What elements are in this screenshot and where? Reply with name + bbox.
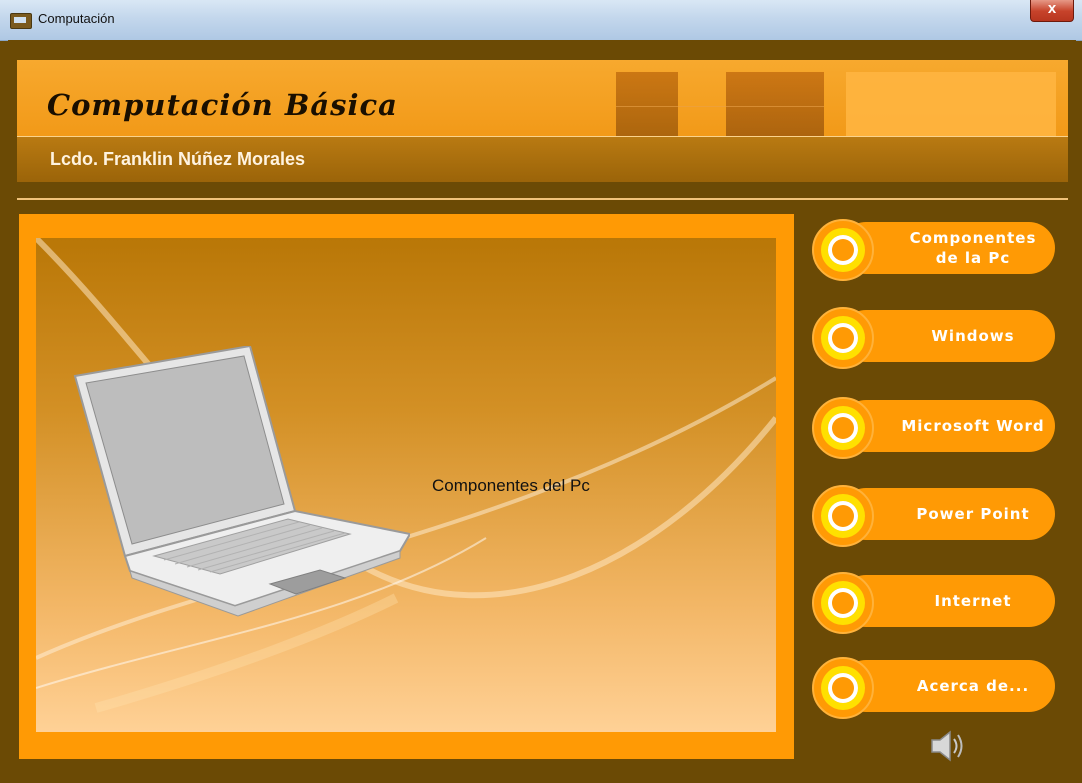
author-name: Lcdo. Franklin Núñez Morales — [50, 149, 306, 169]
ring-icon — [812, 485, 874, 547]
content-caption: Componentes del Pc — [432, 476, 590, 495]
nav-button-powerpoint[interactable]: Power Point — [812, 484, 1057, 547]
nav-label: Windows — [931, 327, 1015, 345]
divider — [17, 198, 1068, 200]
content-area: Componentes del Pc — [36, 238, 776, 732]
nav-button-windows[interactable]: Windows — [812, 306, 1057, 369]
nav-label: Internet — [934, 592, 1012, 610]
app-icon — [10, 13, 32, 29]
ring-icon — [812, 657, 874, 719]
author-bar: Lcdo. Franklin Núñez Morales — [17, 136, 1068, 182]
nav-button-componentes[interactable]: Componentes de la Pc — [812, 218, 1057, 281]
nav-button-internet[interactable]: Internet — [812, 571, 1057, 634]
decor-line — [616, 106, 824, 107]
window-titlebar: Computación x — [0, 0, 1082, 41]
laptop-illustration — [73, 346, 410, 617]
ring-icon — [812, 307, 874, 369]
speaker-icon[interactable] — [926, 728, 966, 764]
window-title: Computación — [38, 11, 115, 26]
nav-label: Acerca de... — [916, 677, 1030, 695]
nav-label: Microsoft Word — [901, 417, 1045, 435]
close-button[interactable]: x — [1030, 0, 1074, 22]
nav-button-acerca[interactable]: Acerca de... — [812, 656, 1057, 719]
app-title: Computación Básica — [47, 88, 398, 122]
nav-label: Power Point — [916, 505, 1030, 523]
ring-icon — [812, 572, 874, 634]
nav-label: Componentes de la Pc — [909, 229, 1037, 267]
ring-icon — [812, 219, 874, 281]
content-panel: Componentes del Pc — [19, 214, 794, 759]
header-banner: Computación Básica Lcdo. Franklin Núñez … — [17, 60, 1068, 182]
ring-icon — [812, 397, 874, 459]
nav-button-word[interactable]: Microsoft Word — [812, 396, 1057, 459]
